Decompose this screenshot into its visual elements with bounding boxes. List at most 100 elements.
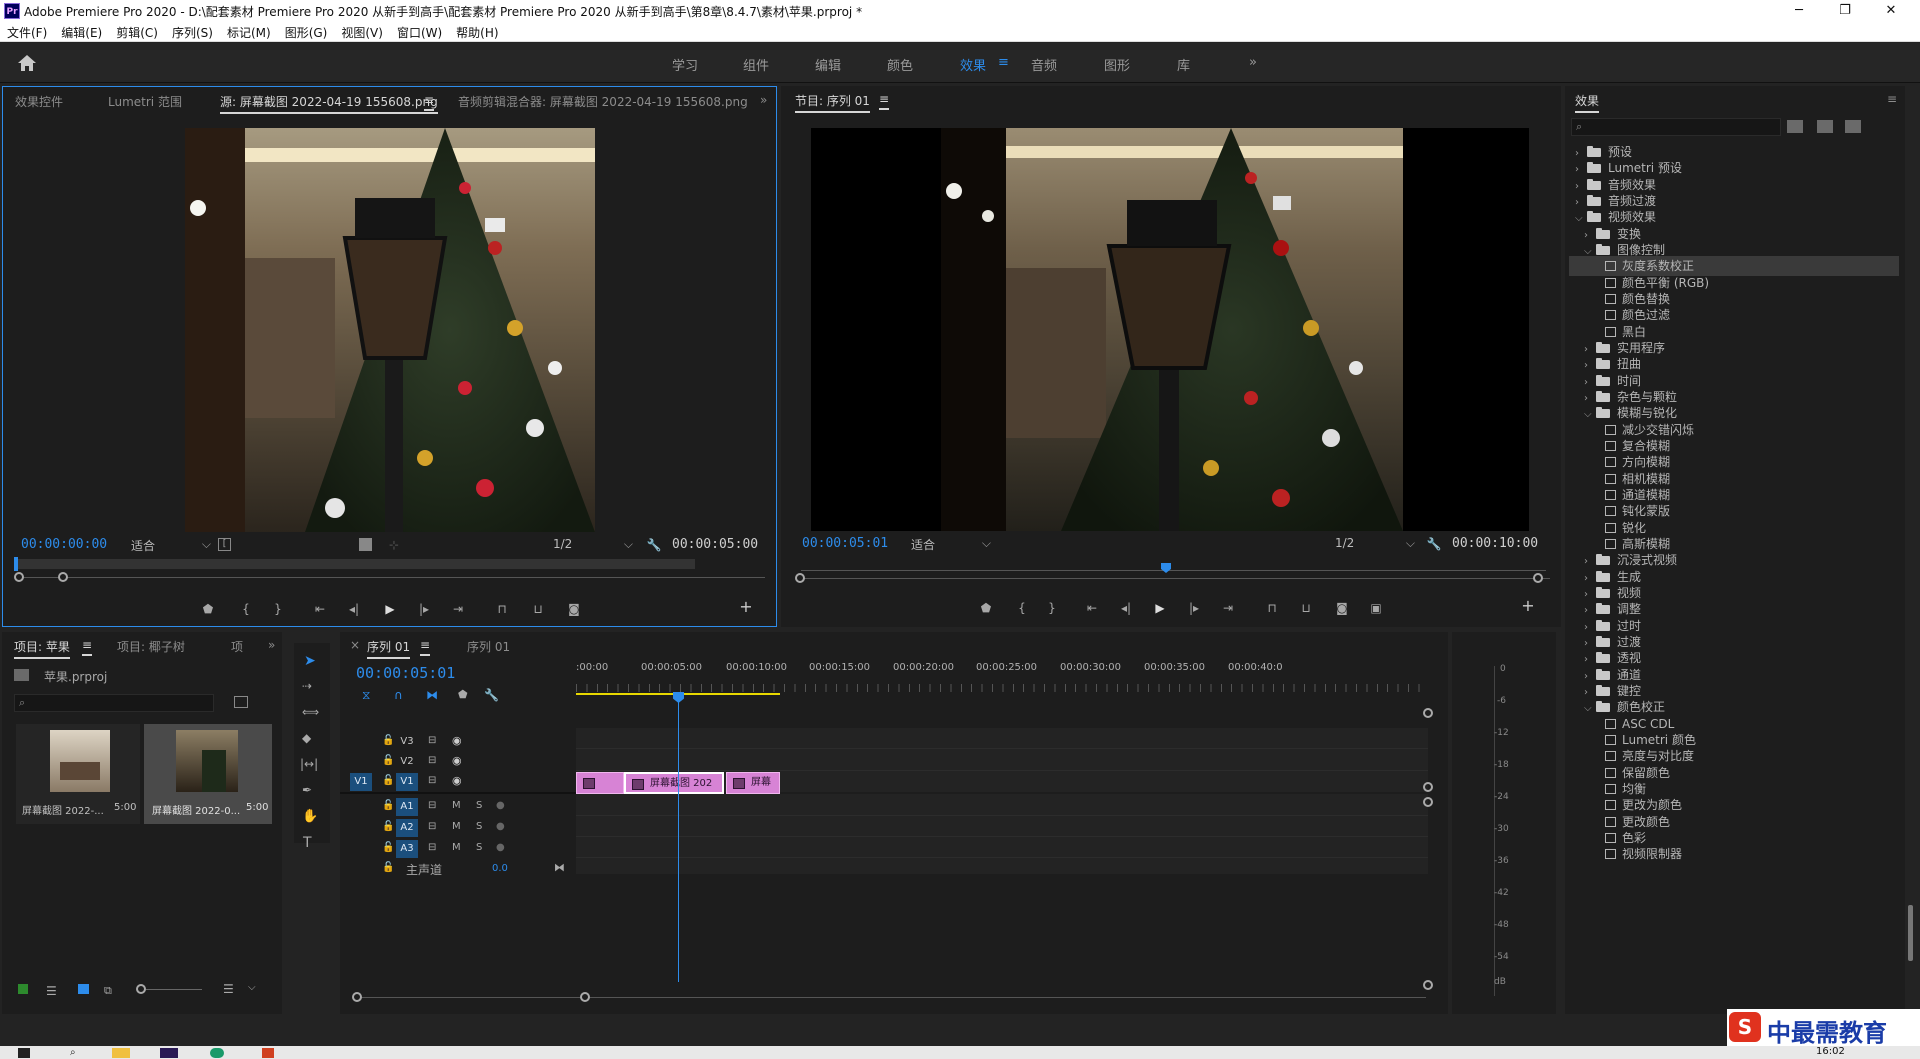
program-zoom-handle-left[interactable] <box>795 573 805 583</box>
go-to-out-icon[interactable]: ⇥ <box>1219 600 1237 616</box>
project-item-1[interactable]: 屏幕截图 2022-... 5:00 <box>16 724 140 824</box>
zoom-slider-handle[interactable] <box>136 984 146 994</box>
audio-track-area[interactable] <box>576 794 1428 874</box>
source-resolution-select[interactable]: 1/2 ⌵ <box>553 537 633 551</box>
sync-lock-icon[interactable]: ⊟ <box>428 800 436 811</box>
timeline-playhead-handle[interactable] <box>673 692 684 703</box>
workspace-tab-color[interactable]: 颜色 <box>887 55 913 74</box>
button-editor-plus-icon[interactable]: + <box>737 599 755 615</box>
lock-icon[interactable]: 🔓 <box>382 755 394 766</box>
program-playhead[interactable] <box>1161 563 1171 573</box>
extract-icon[interactable]: ⊔ <box>1297 600 1315 616</box>
solo-button[interactable]: S <box>476 800 482 811</box>
lock-icon[interactable]: 🔓 <box>382 842 394 853</box>
lock-icon[interactable]: 🔓 <box>382 821 394 832</box>
comparison-view-icon[interactable]: ▣ <box>1367 600 1385 616</box>
workspace-overflow-icon[interactable]: » <box>1249 55 1257 70</box>
yuv-effects-icon[interactable] <box>1845 120 1861 133</box>
program-scrub-bar[interactable] <box>801 570 1546 571</box>
project-tab-menu-icon[interactable]: ≡ <box>82 638 93 656</box>
microphone-icon[interactable]: ● <box>496 821 505 832</box>
tab-effects[interactable]: 效果 <box>1575 92 1600 113</box>
list-view-icon[interactable]: ☰ <box>46 984 57 998</box>
lock-icon[interactable]: 🔓 <box>382 862 394 873</box>
wrench-icon[interactable]: 🔧 <box>645 537 663 553</box>
v-scroll-handle[interactable] <box>1423 980 1433 990</box>
workspace-tab-libraries[interactable]: 库 <box>1177 55 1190 74</box>
browser-icon[interactable] <box>210 1048 224 1058</box>
source-playhead-timecode[interactable]: 00:00:00:00 <box>21 537 107 552</box>
v-scroll-handle[interactable] <box>1423 782 1433 792</box>
mute-button[interactable]: M <box>452 800 461 811</box>
timeline-playhead-timecode[interactable]: 00:00:05:01 <box>356 664 455 682</box>
master-expand-icon[interactable]: ⧓ <box>554 861 565 874</box>
track-label-a1[interactable]: A1 <box>396 798 418 816</box>
solo-button[interactable]: S <box>476 821 482 832</box>
slip-tool-icon[interactable]: |↔| <box>300 757 318 771</box>
go-to-out-icon[interactable]: ⇥ <box>449 601 467 617</box>
project-tabs-overflow-icon[interactable]: » <box>268 638 275 652</box>
tab-source[interactable]: 源: 屏幕截图 2022-04-19 155608.png <box>220 93 438 114</box>
tab-audio-clip-mixer[interactable]: 音频剪辑混合器: 屏幕截图 2022-04-19 155608.png <box>458 93 748 110</box>
lift-icon[interactable]: ⊓ <box>1263 600 1281 616</box>
eye-icon[interactable]: ◉ <box>452 774 462 787</box>
timeline-tab-close-icon[interactable]: × <box>350 638 360 652</box>
lock-icon[interactable] <box>18 984 28 994</box>
workspace-tab-graphics[interactable]: 图形 <box>1104 55 1130 74</box>
mark-out-icon[interactable]: } <box>269 601 287 617</box>
icon-view-icon[interactable] <box>78 984 89 994</box>
pen-tool-icon[interactable]: ✒ <box>302 783 312 797</box>
add-marker-icon[interactable]: ⬟ <box>977 600 995 616</box>
timeline-zoom-handle-right[interactable] <box>580 992 590 1002</box>
step-back-icon[interactable]: ◂| <box>1117 600 1135 616</box>
menu-marker[interactable]: 标记(M) <box>220 22 278 41</box>
lock-icon[interactable]: 🔓 <box>382 800 394 811</box>
premiere-taskbar-icon[interactable] <box>160 1048 178 1058</box>
tab-project-apple[interactable]: 项目: 苹果 <box>14 638 70 659</box>
mute-button[interactable]: M <box>452 842 461 853</box>
safe-margins-icon[interactable]: [ <box>218 538 231 551</box>
selection-tool-icon[interactable]: ➤ <box>304 653 316 669</box>
v-scroll-handle[interactable] <box>1423 797 1433 807</box>
mark-in-icon[interactable]: { <box>237 601 255 617</box>
linked-selection-icon[interactable]: ⧓ <box>426 688 438 702</box>
menu-file[interactable]: 文件(F) <box>0 22 54 41</box>
track-label-v2[interactable]: V2 <box>396 753 418 771</box>
mark-out-icon[interactable]: } <box>1043 600 1061 616</box>
lock-icon[interactable]: 🔓 <box>382 735 394 746</box>
windows-start-icon[interactable] <box>18 1048 30 1058</box>
play-icon[interactable]: ▶ <box>1151 600 1169 616</box>
track-label-a2[interactable]: A2 <box>396 819 418 837</box>
accelerated-effects-icon[interactable] <box>1787 120 1803 133</box>
source-patch-v1[interactable]: V1 <box>350 773 372 791</box>
insert-frame-icon[interactable] <box>359 538 372 551</box>
type-tool-icon[interactable]: T <box>303 835 312 851</box>
sync-lock-icon[interactable]: ⊟ <box>428 821 436 832</box>
effects-search-input[interactable]: ⌕ <box>1571 118 1781 136</box>
time-ruler[interactable]: :00:00 00:00:05:00 00:00:10:00 00:00:15:… <box>576 656 1428 696</box>
source-tabs-overflow-icon[interactable]: » <box>760 93 767 107</box>
export-frame-icon[interactable]: ◙ <box>1333 600 1351 616</box>
timeline-clip[interactable]: 屏幕 <box>726 772 780 794</box>
tab-project-more[interactable]: 项 <box>231 638 243 655</box>
timeline-clip-selected[interactable]: 屏幕截图 202 <box>624 772 724 794</box>
play-icon[interactable]: ▶ <box>381 601 399 617</box>
project-search-input[interactable]: ⌕ <box>14 694 214 712</box>
source-zoom-handle-right[interactable] <box>58 572 68 582</box>
tab-program[interactable]: 节目: 序列 01 <box>795 92 870 113</box>
program-zoom-handle-right[interactable] <box>1533 573 1543 583</box>
source-fit-select[interactable]: 适合 ⌵ <box>131 537 211 554</box>
source-tab-menu-icon[interactable]: ≡ <box>424 93 435 111</box>
lock-icon[interactable]: 🔓 <box>382 775 394 786</box>
ripple-edit-tool-icon[interactable]: ⟺ <box>302 705 319 719</box>
minimize-button[interactable]: ─ <box>1776 0 1822 22</box>
menu-sequence[interactable]: 序列(S) <box>165 22 220 41</box>
timeline-zoom-handle-left[interactable] <box>352 992 362 1002</box>
source-playhead[interactable] <box>14 557 18 571</box>
workspace-tab-editing[interactable]: 编辑 <box>815 55 841 74</box>
hand-tool-icon[interactable]: ✋ <box>302 809 318 824</box>
app-icon[interactable] <box>262 1048 274 1058</box>
master-volume-value[interactable]: 0.0 <box>492 863 508 874</box>
program-resolution-select[interactable]: 1/2 ⌵ <box>1335 536 1415 550</box>
32bit-effects-icon[interactable] <box>1817 120 1833 133</box>
